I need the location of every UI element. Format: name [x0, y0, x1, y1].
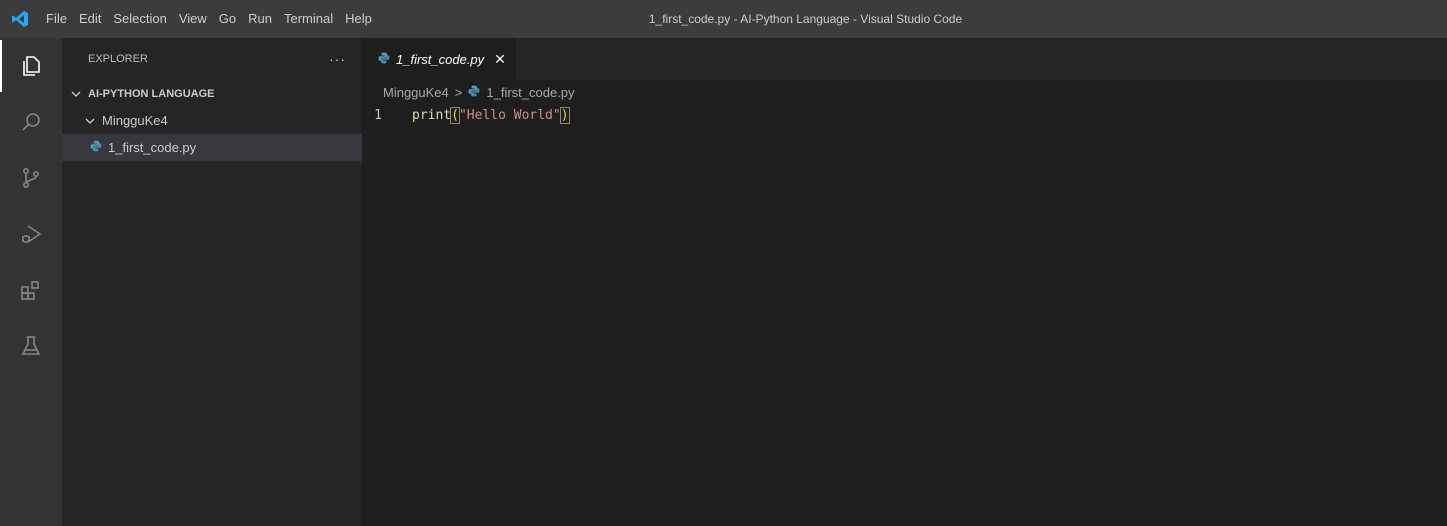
editor-tabs: 1_first_code.py ✕: [362, 38, 1447, 80]
chevron-down-icon: [70, 88, 84, 100]
explorer-title: EXPLORER: [88, 53, 148, 65]
workspace-section[interactable]: AI-PYTHON LANGUAGE: [62, 80, 362, 107]
source-control-icon[interactable]: [0, 150, 62, 206]
explorer-sidebar: EXPLORER ··· AI-PYTHON LANGUAGE MingguKe…: [62, 38, 362, 526]
explorer-header: EXPLORER ···: [62, 38, 362, 80]
menu-view[interactable]: View: [173, 0, 213, 38]
python-file-icon: [468, 85, 480, 100]
menu-go[interactable]: Go: [213, 0, 242, 38]
menu-help[interactable]: Help: [339, 0, 378, 38]
window-title-text: 1_first_code.py - AI-Python Language - V…: [648, 12, 963, 26]
breadcrumb-folder[interactable]: MingguKe4: [383, 85, 449, 100]
menu-selection[interactable]: Selection: [107, 0, 172, 38]
testing-icon[interactable]: [0, 318, 62, 374]
token-open-paren: (: [450, 106, 460, 124]
menu-terminal[interactable]: Terminal: [278, 0, 339, 38]
workspace-name: AI-PYTHON LANGUAGE: [88, 87, 215, 100]
menu-edit[interactable]: Edit: [73, 0, 107, 38]
vscode-logo-icon[interactable]: [0, 0, 40, 38]
tab-first-code[interactable]: 1_first_code.py ✕: [362, 38, 516, 80]
breadcrumb: MingguKe4 > 1_first_code.py: [362, 80, 1447, 104]
token-function: print: [412, 107, 452, 123]
text-cursor: [568, 106, 570, 124]
explorer-icon[interactable]: [0, 38, 62, 94]
run-debug-icon[interactable]: [0, 206, 62, 262]
folder-item-minggu-ke4[interactable]: MingguKe4: [62, 107, 362, 134]
python-file-icon: [90, 140, 102, 155]
menu-file[interactable]: File: [40, 0, 73, 38]
folder-label: MingguKe4: [102, 113, 168, 128]
breadcrumb-separator: >: [454, 84, 463, 100]
close-icon[interactable]: ✕: [494, 51, 506, 68]
more-actions-button[interactable]: ···: [329, 51, 346, 67]
file-label: 1_first_code.py: [108, 140, 197, 155]
line-number: 1: [374, 107, 382, 123]
menu-bar: File Edit Selection View Go Run Terminal…: [40, 0, 378, 38]
code-text[interactable]: print("Hello World"): [412, 106, 570, 124]
menu-run[interactable]: Run: [242, 0, 278, 38]
chevron-down-icon: [84, 115, 98, 127]
breadcrumb-file[interactable]: 1_first_code.py: [486, 85, 574, 100]
python-file-icon: [378, 52, 390, 67]
extensions-icon[interactable]: [0, 262, 62, 318]
code-line[interactable]: 1 print("Hello World"): [362, 104, 1447, 126]
tab-label: 1_first_code.py: [396, 51, 485, 67]
file-item-first-code[interactable]: 1_first_code.py: [62, 134, 362, 161]
search-icon[interactable]: [0, 94, 62, 150]
activity-bar: [0, 38, 62, 526]
editor-area: 1_first_code.py ✕ MingguKe4 > 1_first_co…: [362, 38, 1447, 526]
token-close-paren: ): [559, 106, 570, 124]
token-string: "Hello World": [458, 107, 561, 123]
title-bar: File Edit Selection View Go Run Terminal…: [0, 0, 1447, 38]
